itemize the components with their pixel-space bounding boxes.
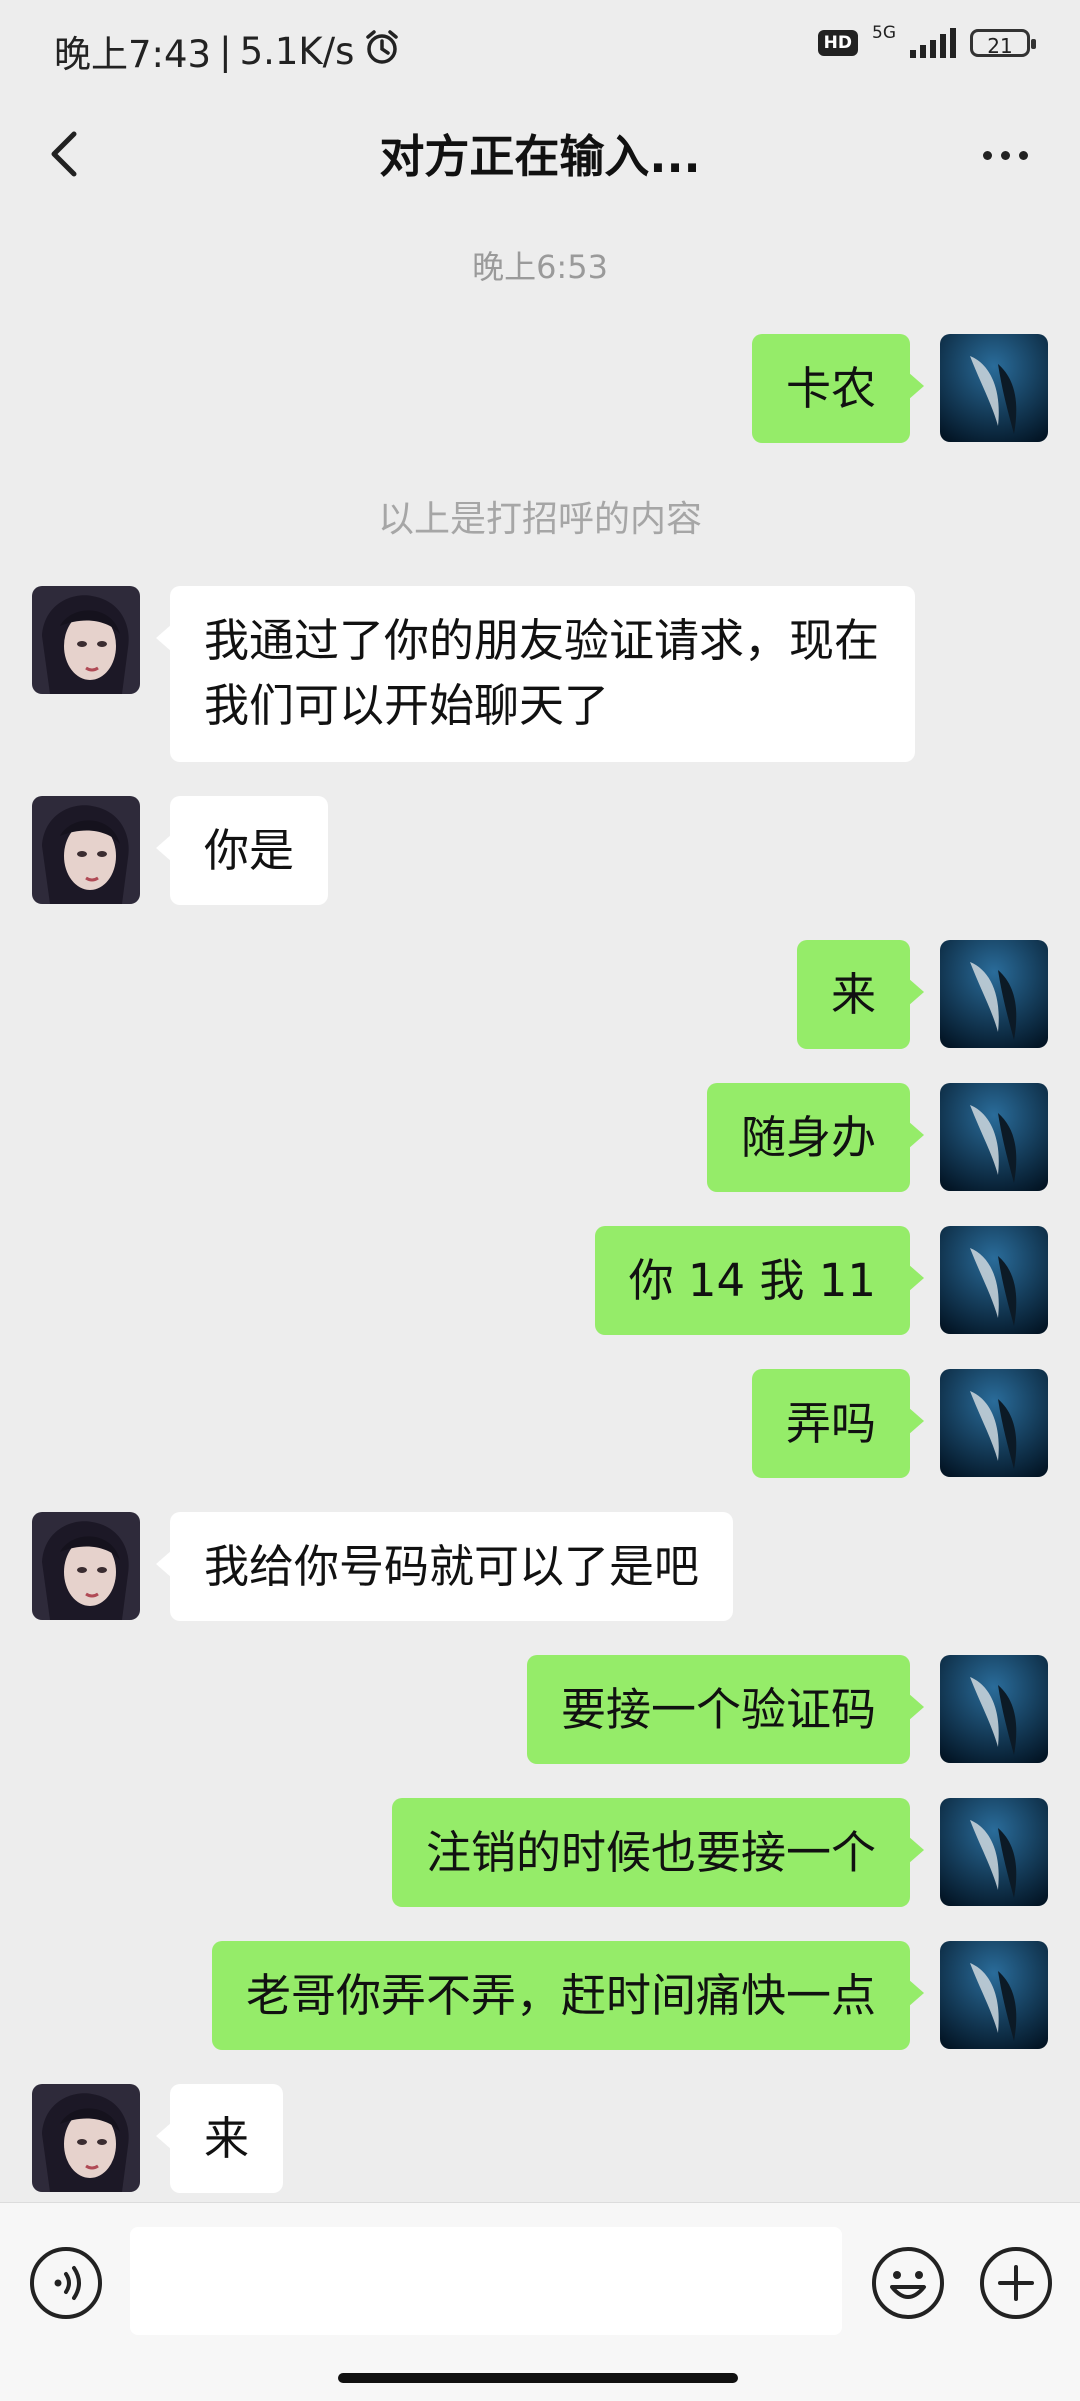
message-bubble-outgoing[interactable]: 随身办 (706, 1083, 925, 1192)
contact-avatar[interactable] (32, 2084, 140, 2192)
message-bubble-outgoing[interactable]: 弄吗 (751, 1369, 925, 1478)
more-functions-button[interactable] (978, 2245, 1054, 2321)
message-bubble-outgoing[interactable]: 老哥你弄不弄，赶时间痛快一点 (211, 1941, 925, 2050)
message-bubble-outgoing[interactable]: 卡农 (751, 334, 925, 443)
message-bubble-incoming[interactable]: 来 (155, 2084, 284, 2193)
contact-avatar[interactable] (32, 586, 140, 694)
contact-avatar[interactable] (32, 1512, 140, 1620)
dot-icon (1000, 150, 1010, 160)
signal-icon (910, 28, 956, 58)
chat-title: 对方正在输入... (379, 130, 701, 183)
message-bubble-incoming[interactable]: 我通过了你的朋友验证请求，现在 我们可以开始聊天了 (156, 586, 915, 762)
voice-icon (30, 2247, 102, 2319)
voice-input-button[interactable] (28, 2245, 104, 2321)
emoji-icon (872, 2247, 944, 2319)
status-left: 晚上7:43 | 5.1K/s (54, 24, 402, 78)
status-right: HD 5G 21 (817, 23, 1036, 58)
emoji-button[interactable] (870, 2245, 946, 2321)
message-bubble-incoming[interactable]: 你是 (155, 796, 329, 905)
message-bubble-outgoing[interactable]: 要接一个验证码 (526, 1655, 925, 1764)
status-speed: 5.1K/s (239, 29, 355, 73)
plus-icon (980, 2247, 1052, 2319)
hd-badge: HD (817, 30, 858, 56)
input-toolbar (0, 2202, 1080, 2401)
self-avatar[interactable] (940, 1083, 1048, 1191)
chat-header: 对方正在输入... (0, 96, 1080, 212)
status-time: 晚上7:43 (54, 33, 212, 76)
message-list[interactable]: 晚上6:53 卡农 以上是打招呼的内容 我通过了你的朋友验证请求，现在 我们可以… (0, 212, 1080, 2202)
self-avatar[interactable] (940, 940, 1048, 1048)
message-timestamp: 晚上6:53 (472, 248, 608, 286)
self-avatar[interactable] (940, 1226, 1048, 1334)
self-avatar[interactable] (940, 334, 1048, 442)
status-bar: 晚上7:43 | 5.1K/s HD 5G 21 (0, 0, 1080, 96)
network-type: 5G (872, 23, 896, 43)
message-bubble-incoming[interactable]: 我给你号码就可以了是吧 (155, 1512, 734, 1621)
battery-level: 21 (987, 34, 1013, 58)
message-bubble-outgoing[interactable]: 注销的时候也要接一个 (391, 1798, 925, 1907)
message-bubble-outgoing[interactable]: 你 14 我 11 (594, 1226, 925, 1335)
message-input[interactable] (130, 2227, 842, 2335)
alarm-icon (362, 27, 402, 76)
self-avatar[interactable] (940, 1941, 1048, 2049)
contact-avatar[interactable] (32, 796, 140, 904)
self-avatar[interactable] (940, 1369, 1048, 1477)
battery-icon: 21 (970, 29, 1036, 58)
message-bubble-outgoing[interactable]: 来 (796, 940, 925, 1049)
more-options-button[interactable] (970, 130, 1040, 180)
system-notice: 以上是打招呼的内容 (377, 499, 702, 540)
home-indicator[interactable] (338, 2373, 738, 2383)
self-avatar[interactable] (940, 1798, 1048, 1906)
dot-icon (982, 150, 992, 160)
self-avatar[interactable] (940, 1655, 1048, 1763)
dot-icon (1018, 150, 1028, 160)
status-separator: | (219, 29, 232, 73)
